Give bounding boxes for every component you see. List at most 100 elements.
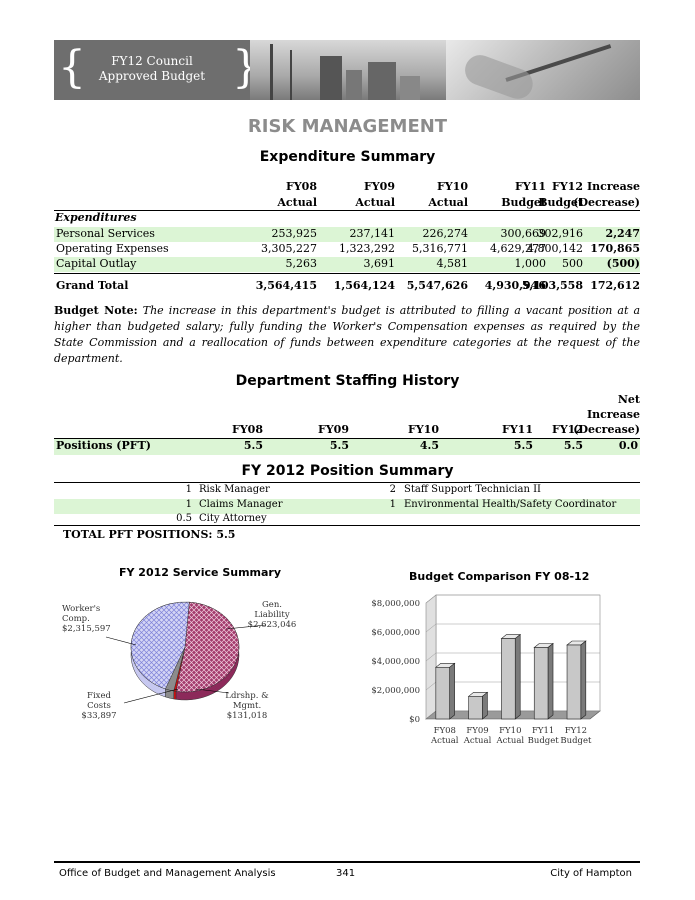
cell: 3,691 (363, 257, 396, 270)
banner-photo-documents (446, 40, 640, 100)
pie-slice-label: Fixed (87, 691, 111, 701)
cell: 4,581 (436, 257, 469, 270)
cell: 0.0 (618, 439, 638, 452)
pie-chart-title: FY 2012 Service Summary (119, 566, 282, 579)
footer-city: City of Hampton (550, 868, 632, 879)
x-tick-label: FY12 (565, 726, 587, 736)
cell: 5,316,771 (412, 242, 468, 255)
net-header-line1: Net (54, 393, 640, 408)
y-tick-label: $8,000,000 (371, 599, 420, 609)
budget-note-label: Budget Note: (54, 304, 138, 317)
cell: 5.5 (243, 439, 263, 452)
page-title: RISK MANAGEMENT (247, 116, 448, 137)
position-title: Environmental Health/Safety Coordinator (404, 499, 617, 510)
row-label: Positions (PFT) (56, 439, 151, 452)
banner-photo-city (250, 40, 446, 100)
cell: 3,564,415 (255, 279, 317, 292)
positions-row: Positions (PFT) 5.5 5.5 4.5 5.5 5.5 0.0 (54, 439, 640, 455)
pie-slice-label: Ldrshp. & (225, 691, 269, 701)
cell: 226,274 (422, 227, 469, 240)
x-tick-label: FY10 (499, 726, 521, 736)
cell: 5,547,626 (406, 279, 468, 292)
bar (533, 647, 549, 720)
bar-side (449, 662, 455, 720)
col-header: Actual (355, 196, 395, 209)
col-header: FY08 (232, 423, 263, 436)
x-tick-label: FY11 (532, 726, 554, 736)
position-title: Staff Support Technician II (404, 484, 541, 495)
pie-slice-side (173, 690, 177, 700)
pie-slice-label: $131,018 (227, 711, 268, 721)
expenditure-header-line2: Actual Actual Actual Budget Budget (Decr… (54, 196, 640, 211)
cell: (500) (606, 257, 640, 270)
table-row: Personal Services 253,925 237,141 226,27… (54, 227, 640, 242)
row-label: Grand Total (56, 279, 129, 292)
budget-comparison-bar-chart: $0 $2,000,000 $4,000,000 $6,000,000 $8,000,0… (371, 594, 601, 746)
header-banner: { } FY12 Council Approved Budget (54, 40, 640, 100)
position-title: Risk Manager (199, 484, 270, 495)
row-label: Operating Expenses (56, 242, 169, 255)
col-header: (Decrease) (573, 423, 640, 436)
y-tick-label: $0 (409, 715, 420, 725)
x-tick-label: Actual (430, 736, 459, 746)
bar-side (514, 633, 521, 720)
row-label: Capital Outlay (56, 257, 137, 270)
footer-page-number: 341 (336, 868, 356, 879)
y-tick-label: $6,000,000 (371, 628, 420, 638)
x-tick-label: Actual (463, 736, 492, 746)
cell: 5,103,558 (521, 279, 583, 292)
cell: 500 (562, 257, 583, 270)
col-header: Net (617, 393, 640, 406)
cell: 3,305,227 (261, 242, 317, 255)
total-pft-positions: TOTAL PFT POSITIONS: 5.5 (63, 528, 235, 541)
total-label: TOTAL PFT POSITIONS: (63, 528, 213, 541)
col-header: FY10 (437, 180, 468, 193)
cell: 5.5 (513, 439, 533, 452)
bar-side (482, 691, 488, 720)
pie-slice-label: Worker's (62, 604, 100, 614)
x-tick-label: FY09 (466, 726, 488, 736)
position-row: 1 Risk Manager 2 Staff Support Technicia… (54, 484, 640, 499)
bar-side (547, 642, 554, 720)
table-row: Capital Outlay 5,263 3,691 4,581 1,000 5… (54, 257, 640, 272)
cell: 4,800,142 (527, 242, 583, 255)
cell: 1,564,124 (333, 279, 395, 292)
col-header: FY09 (364, 180, 395, 193)
position-title: Claims Manager (199, 499, 283, 510)
staffing-header-row: FY08 FY09 FY10 FY11 FY12 (Decrease) (54, 423, 640, 438)
col-header: FY11 (515, 180, 546, 193)
staffing-history-heading: Department Staffing History (235, 373, 460, 389)
col-header: (Decrease) (573, 196, 640, 209)
expenditures-section-label: Expenditures (54, 211, 640, 226)
budget-note: Budget Note: The increase in this depart… (54, 303, 640, 367)
banner-line-2: Approved Budget (98, 69, 206, 83)
banner-label-block: { } FY12 Council Approved Budget (54, 40, 260, 100)
col-header: FY10 (408, 423, 439, 436)
pie-slice-label: Mgmt. (233, 701, 261, 711)
cell: 2,247 (605, 227, 640, 240)
col-header: Actual (277, 196, 317, 209)
position-summary-heading: FY 2012 Position Summary (241, 463, 454, 479)
pie-slice-label: Costs (87, 701, 111, 711)
total-value: 5.5 (216, 528, 236, 541)
cell: 5,263 (285, 257, 318, 270)
bar-chart-title: Budget Comparison FY 08-12 (409, 570, 590, 583)
cell: 4.5 (419, 439, 439, 452)
budget-note-text: The increase in this department's budget… (54, 304, 640, 365)
col-header: Actual (428, 196, 468, 209)
cell: 170,865 (590, 242, 640, 255)
col-header: FY09 (318, 423, 349, 436)
cell: 253,925 (271, 227, 318, 240)
col-header: FY08 (286, 180, 317, 193)
banner-line-1: FY12 Council (111, 54, 193, 68)
section-label: Expenditures (55, 211, 137, 224)
bar-side (580, 640, 587, 720)
expenditure-summary-heading: Expenditure Summary (259, 149, 436, 165)
pie-slice-label: $33,897 (81, 711, 116, 721)
cell: 1,000 (514, 257, 547, 270)
col-header: Increase (587, 180, 640, 193)
grand-total-row: Grand Total 3,564,415 1,564,124 5,547,62… (54, 279, 640, 294)
position-row: 1 Claims Manager 1 Environmental Health/… (54, 499, 640, 514)
x-tick-label: FY08 (434, 726, 456, 736)
y-tick-label: $4,000,000 (371, 657, 420, 667)
